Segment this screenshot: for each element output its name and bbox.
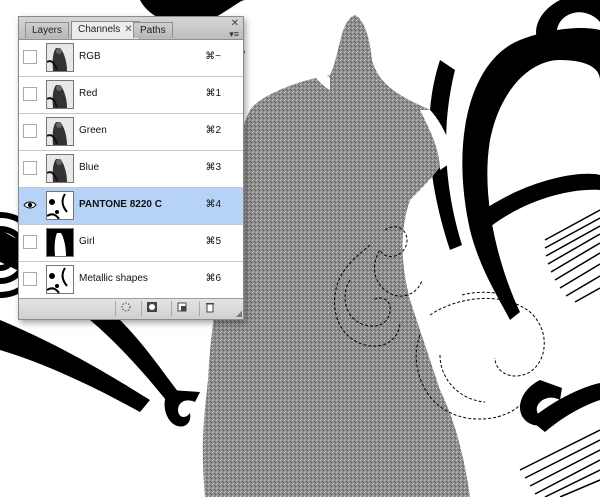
tab-layers-label: Layers	[32, 25, 63, 36]
channel-shortcut: ⌘6	[205, 273, 221, 284]
panel-tab-bar: Layers Channels ✕ Paths ✕ ▾≡	[19, 17, 243, 40]
close-panel-icon[interactable]: ✕	[231, 18, 239, 29]
channel-thumbnail	[46, 265, 74, 294]
channel-name: RGB	[79, 51, 101, 62]
tab-paths[interactable]: Paths	[133, 22, 173, 38]
channel-thumbnail	[46, 191, 74, 220]
tab-channels-label: Channels	[78, 24, 121, 35]
channel-shortcut: ⌘1	[205, 88, 221, 99]
channel-thumbnail	[46, 228, 74, 257]
channel-name: PANTONE 8220 C	[79, 199, 162, 210]
channel-row[interactable]: PANTONE 8220 C ⌘4	[19, 188, 243, 225]
channel-thumbnail	[46, 43, 74, 72]
channel-name: Green	[79, 125, 107, 136]
channel-name: Red	[79, 88, 98, 99]
channel-row[interactable]: Metallic shapes ⌘6	[19, 262, 243, 299]
new-channel-icon[interactable]	[171, 301, 191, 316]
channel-shortcut: ⌘~	[205, 51, 221, 62]
channel-row[interactable]: Green ⌘2	[19, 114, 243, 151]
channel-thumbnail	[46, 154, 74, 183]
close-tab-icon[interactable]: ✕	[124, 22, 132, 38]
trash-icon[interactable]	[199, 301, 219, 316]
resize-grip-icon[interactable]: ◢	[236, 309, 242, 318]
channel-thumbnail	[46, 117, 74, 146]
tab-channels[interactable]: Channels ✕	[71, 21, 140, 39]
visibility-toggle-icon[interactable]	[23, 87, 37, 101]
visibility-toggle-icon[interactable]	[23, 124, 37, 138]
visibility-toggle-icon[interactable]	[23, 235, 37, 249]
artwork-stripes	[519, 209, 600, 497]
channel-shortcut: ⌘5	[205, 236, 221, 247]
channel-row[interactable]: Girl ⌘5	[19, 225, 243, 262]
channel-shortcut: ⌘4	[205, 199, 221, 210]
save-selection-icon[interactable]	[141, 301, 161, 316]
panel-footer: ◢	[19, 298, 243, 319]
channel-thumbnail	[46, 80, 74, 109]
visibility-toggle-icon[interactable]	[23, 272, 37, 286]
visibility-toggle-icon[interactable]	[23, 161, 37, 175]
channel-list: RGB ⌘~ Red ⌘1 Green ⌘2 Blue ⌘3 PANTONE 8220 C ⌘4 G…	[19, 40, 243, 299]
channel-row[interactable]: Blue ⌘3	[19, 151, 243, 188]
channel-row[interactable]: RGB ⌘~	[19, 40, 243, 77]
channel-name: Metallic shapes	[79, 273, 148, 284]
tab-paths-label: Paths	[140, 25, 166, 36]
channel-row[interactable]: Red ⌘1	[19, 77, 243, 114]
visibility-toggle-icon[interactable]	[23, 198, 37, 212]
channel-shortcut: ⌘2	[205, 125, 221, 136]
channel-name: Blue	[79, 162, 100, 173]
channels-panel: Layers Channels ✕ Paths ✕ ▾≡ RGB ⌘~ Red ⌘1 Gr…	[18, 16, 244, 320]
visibility-toggle-icon[interactable]	[23, 50, 37, 64]
channel-shortcut: ⌘3	[205, 162, 221, 173]
panel-menu-icon[interactable]: ▾≡	[229, 29, 239, 40]
load-selection-icon[interactable]	[115, 301, 135, 316]
channel-name: Girl	[79, 236, 95, 247]
tab-layers[interactable]: Layers	[25, 22, 70, 38]
